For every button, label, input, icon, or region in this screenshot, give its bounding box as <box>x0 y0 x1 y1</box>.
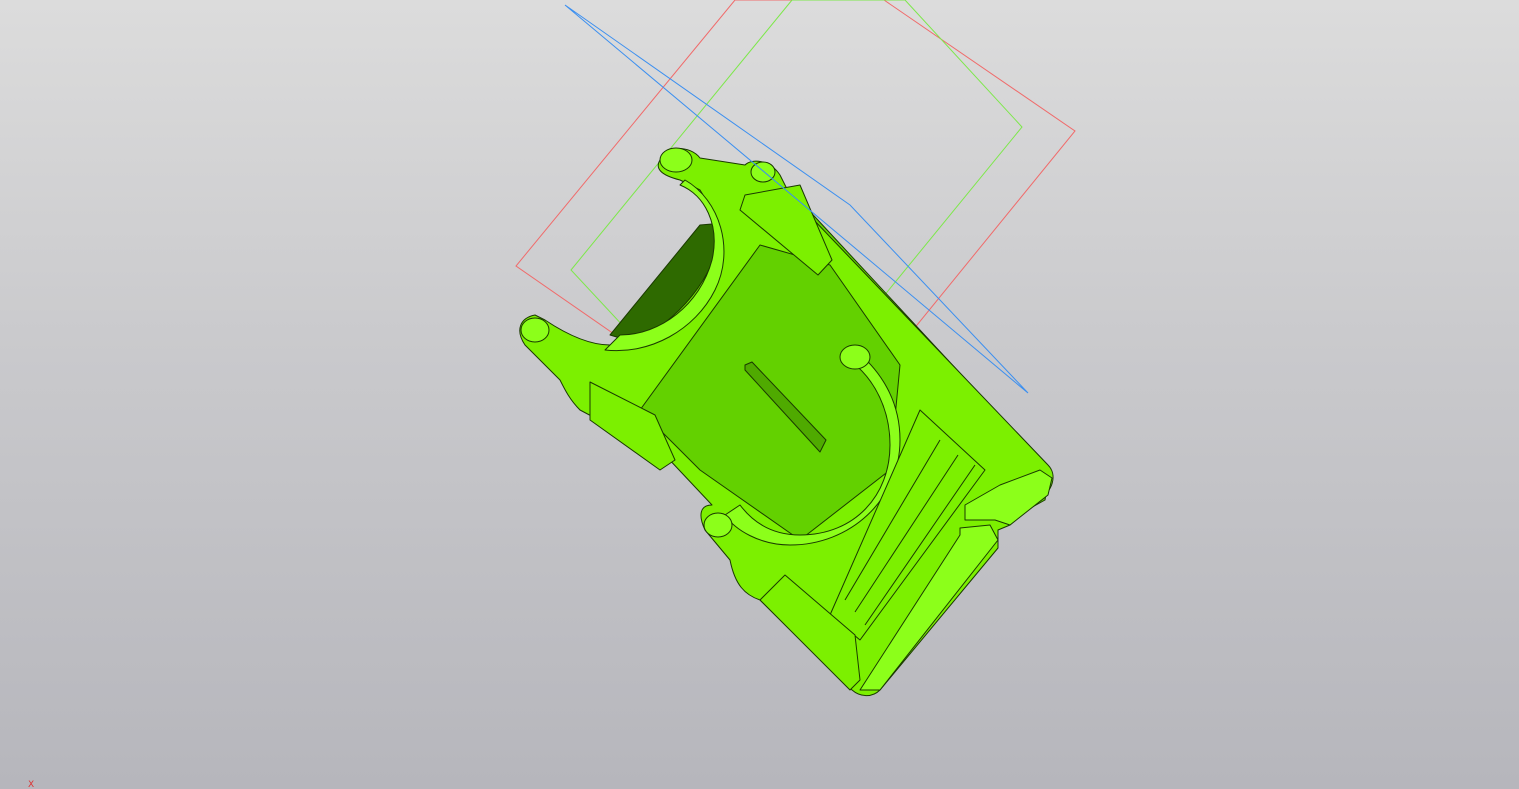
knob-top-right <box>750 161 776 183</box>
knob-left <box>520 317 550 343</box>
green-clip-part[interactable] <box>519 147 1054 697</box>
knob-bottom <box>703 512 733 538</box>
axis-x-label: X <box>28 780 35 789</box>
cad-3d-viewport[interactable]: X <box>0 0 1519 789</box>
knob-center <box>839 344 871 370</box>
model-scene[interactable] <box>0 0 1519 789</box>
axis-triad: X <box>28 781 34 789</box>
knob-top-left <box>659 147 693 173</box>
